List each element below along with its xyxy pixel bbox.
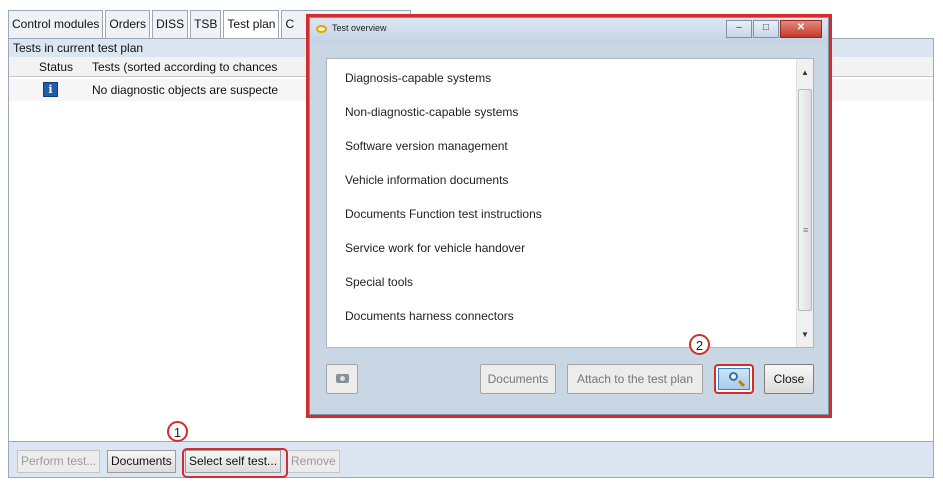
column-tests[interactable]: Tests (sorted according to chances (92, 57, 277, 77)
maximize-button[interactable]: □ (753, 20, 779, 38)
tab-control-modules[interactable]: Control modules (8, 10, 104, 38)
window-controls: – □ ✕ (725, 20, 822, 38)
column-status[interactable]: Status (39, 57, 73, 77)
list-item[interactable]: Documents harness connectors (345, 309, 514, 323)
documents-button[interactable]: Documents (107, 450, 176, 473)
test-overview-dialog: Test overview – □ ✕ Diagnosis-capable sy… (309, 17, 829, 415)
close-window-button[interactable]: ✕ (780, 20, 822, 38)
tab-orders[interactable]: Orders (105, 10, 151, 38)
row-text: No diagnostic objects are suspecte (92, 83, 279, 97)
select-self-test-highlight (182, 448, 288, 478)
step-marker-1: 1 (167, 421, 188, 442)
list-item[interactable]: Service work for vehicle handover (345, 241, 525, 255)
search-button[interactable] (714, 364, 754, 394)
tab-tsb[interactable]: TSB (190, 10, 222, 38)
scroll-down-icon[interactable]: ▼ (797, 327, 813, 343)
bottom-toolbar: Perform test... Documents Select self te… (8, 442, 934, 478)
search-icon (729, 372, 738, 381)
test-category-list[interactable]: Diagnosis-capable systems Non-diagnostic… (326, 58, 814, 348)
info-icon: i (43, 82, 58, 97)
attach-to-test-plan-button[interactable]: Attach to the test plan (567, 364, 703, 394)
list-item[interactable]: Documents Function test instructions (345, 207, 542, 221)
remove-button[interactable]: Remove (287, 450, 340, 473)
minimize-button[interactable]: – (726, 20, 752, 38)
dialog-close-button[interactable]: Close (764, 364, 814, 394)
camera-lens (340, 376, 345, 381)
list-item[interactable]: Special tools (345, 275, 413, 289)
scroll-up-icon[interactable]: ▲ (797, 65, 813, 81)
search-button-face (718, 368, 750, 390)
dialog-titlebar[interactable]: Test overview – □ ✕ (310, 18, 828, 42)
list-item[interactable]: Non-diagnostic-capable systems (345, 105, 518, 119)
tab-test-plan[interactable]: Test plan (223, 10, 280, 38)
list-item[interactable]: Diagnosis-capable systems (345, 71, 491, 85)
list-item[interactable]: Software version management (345, 139, 508, 153)
step-marker-2: 2 (689, 334, 710, 355)
app-icon (316, 25, 327, 33)
grip-icon: ≡ (803, 225, 809, 235)
list-item[interactable]: Vehicle information documents (345, 173, 508, 187)
perform-test-button[interactable]: Perform test... (17, 450, 101, 473)
dialog-title: Test overview (332, 23, 387, 33)
screenshot-button[interactable] (326, 364, 358, 394)
search-icon-handle (737, 379, 746, 388)
list-scrollbar[interactable]: ▲ ≡ ▼ (796, 59, 813, 347)
tab-diss[interactable]: DISS (152, 10, 189, 38)
scroll-thumb[interactable]: ≡ (798, 89, 812, 311)
dialog-documents-button[interactable]: Documents (480, 364, 556, 394)
